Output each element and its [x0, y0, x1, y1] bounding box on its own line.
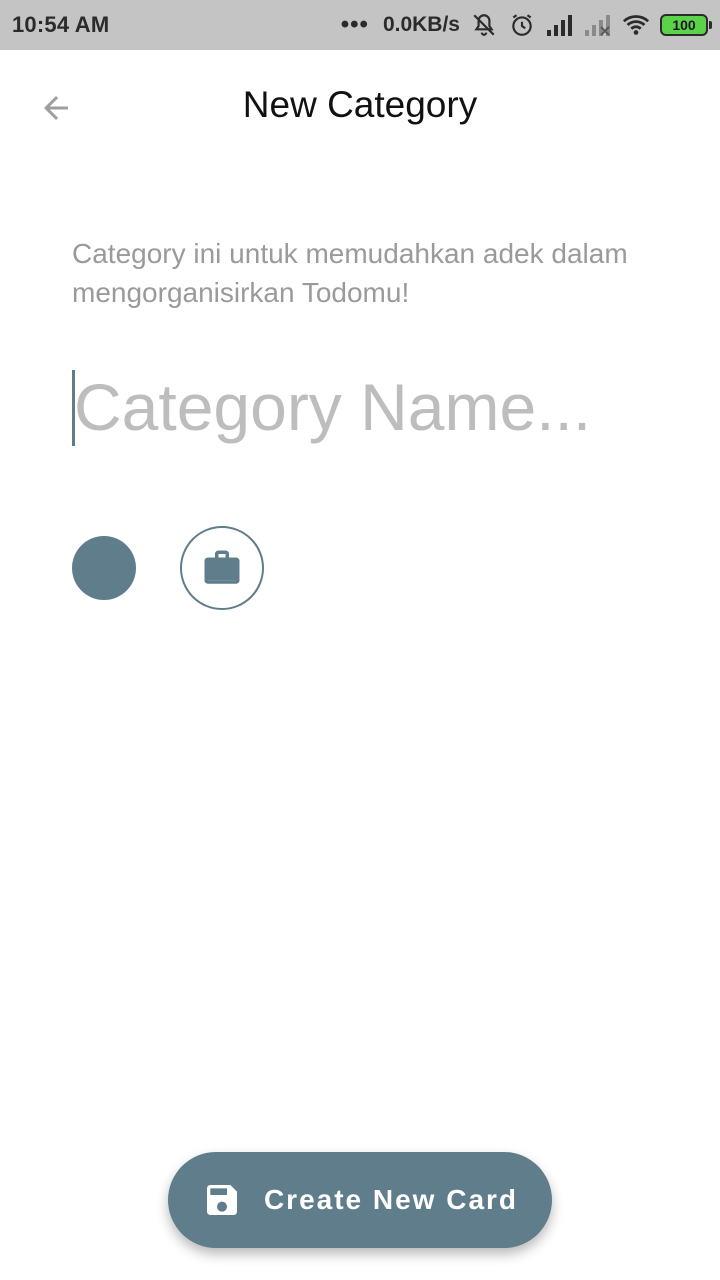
category-name-field[interactable]: [72, 366, 672, 448]
color-picker-button[interactable]: [72, 536, 136, 600]
signal-icon: [546, 11, 574, 39]
alarm-icon: [508, 11, 536, 39]
page-title: New Category: [242, 84, 478, 125]
app-bar: New Category: [0, 50, 720, 162]
icon-picker-button[interactable]: [180, 526, 264, 610]
battery-icon: 100: [660, 14, 712, 36]
status-bar: 10:54 AM ••• 0.0KB/s 100: [0, 0, 720, 50]
create-new-card-button[interactable]: Create New Card: [168, 1152, 552, 1248]
network-speed: 0.0KB/s: [382, 13, 460, 36]
category-name-input[interactable]: [74, 366, 670, 448]
fab-label: Create New Card: [263, 1184, 519, 1215]
save-icon: [206, 1185, 237, 1215]
dots-icon: •••: [340, 11, 369, 38]
status-time: 10:54 AM: [12, 12, 110, 37]
signal-off-icon: [584, 11, 612, 39]
description-text: Category ini untuk memudahkan adek dalam…: [72, 238, 628, 308]
wifi-icon: [622, 11, 650, 39]
status-icons: ••• 0.0KB/s 100: [340, 11, 712, 39]
briefcase-icon: [204, 550, 240, 584]
mute-icon: [470, 11, 498, 39]
